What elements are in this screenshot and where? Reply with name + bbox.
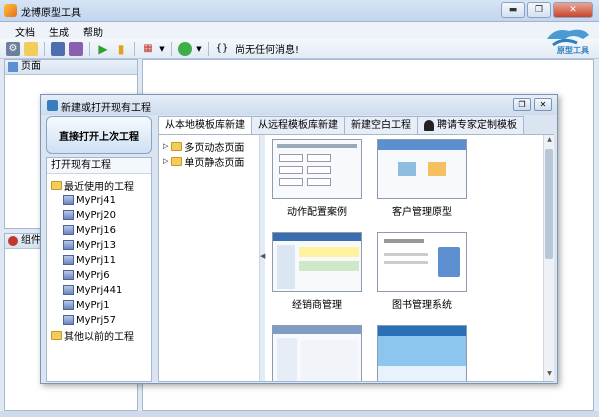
tab-local-templates[interactable]: 从本地模板库新建 [158,116,252,134]
run-icon[interactable]: ▶ [96,42,110,56]
template-gallery: 动作配置案例 客户管理原型 经销商管理 图书管理系统 [266,135,543,381]
template-caption: 经销商管理 [292,300,342,311]
logo-icon [547,29,589,47]
project-icon [63,240,74,250]
tree-project-item[interactable]: MyPrj6 [63,268,110,282]
template-thumbnail [377,325,467,381]
status-message: 尚无任何消息! [235,45,300,56]
tree-project-item[interactable]: MyPrj16 [63,223,116,237]
tree-project-item[interactable]: MyPrj1 [63,298,110,312]
scroll-thumb[interactable] [545,149,553,259]
dropdown-icon[interactable]: ▼ [196,42,202,56]
template-category-tree: ▷ 多页动态页面 ▷ 单页静态页面 [159,135,260,381]
project-icon [63,285,74,295]
template-card[interactable] [272,325,362,381]
save-icon[interactable] [51,41,65,56]
folder-icon [171,141,183,151]
menu-help[interactable]: 帮助 [76,22,110,39]
vertical-scrollbar[interactable]: ▲ ▼ [543,135,554,381]
app-icon [4,4,17,17]
window-title: 龙博原型工具 [21,8,81,19]
template-category-item[interactable]: ▷ 多页动态页面 [163,139,244,154]
toolbar: ⚙ ▶ ▮ ▦ ▼ ▼ {} 尚无任何消息! [0,39,599,59]
dialog-restore-button[interactable]: ❐ [513,98,531,111]
save-all-icon[interactable] [69,41,83,56]
open-last-project-button[interactable]: 直接打开上次工程 [46,116,152,154]
person-icon [424,120,434,131]
maximize-button[interactable]: ❐ [527,2,551,18]
page-icon [8,62,18,72]
tree-project-item[interactable]: MyPrj57 [63,313,116,327]
minimize-button[interactable]: ▬ [501,2,525,18]
tab-hire-expert[interactable]: 聘请专家定制模板 [417,116,524,134]
scroll-up-icon[interactable]: ▲ [545,136,554,146]
template-thumbnail [272,139,362,199]
template-tabs: 从本地模板库新建 从远程模板库新建 新建空白工程 聘请专家定制模板 [158,116,554,134]
menu-document[interactable]: 文档 [8,22,42,39]
components-icon[interactable]: ▦ [141,42,155,56]
braces-icon[interactable]: {} [215,42,229,56]
template-category-item[interactable]: ▷ 单页静态页面 [163,154,244,169]
project-icon [63,210,74,220]
logo-text: 原型工具 [557,46,589,55]
collapse-arrow-icon[interactable]: ◀ [260,249,265,263]
tree-project-item[interactable]: MyPrj441 [63,283,122,297]
project-icon [63,300,74,310]
template-thumbnail [377,139,467,199]
components-pane-title: 组件 [21,235,41,246]
template-caption: 动作配置案例 [287,207,347,218]
dialog-close-button[interactable]: ✕ [534,98,552,111]
folder-icon [171,156,183,166]
tab-remote-templates[interactable]: 从远程模板库新建 [251,116,345,134]
project-icon [63,270,74,280]
chart-icon[interactable]: ▮ [114,42,128,56]
title-bar: 龙博原型工具 ▬ ❐ ✕ [0,0,599,22]
template-thumbnail [272,325,362,381]
template-thumbnail [272,232,362,292]
expand-arrow-icon: ▷ [163,157,169,165]
component-icon [8,236,18,246]
project-icon [63,195,74,205]
project-icon [63,225,74,235]
template-card[interactable]: 经销商管理 [272,232,362,311]
folder-icon [51,330,62,340]
scroll-down-icon[interactable]: ▼ [545,370,554,380]
template-card[interactable]: 动作配置案例 [272,139,362,218]
menu-generate[interactable]: 生成 [42,22,76,39]
dialog-title-bar: 新建或打开现有工程 ❐ ✕ [41,95,557,115]
template-card[interactable]: 图书管理系统 [377,232,467,311]
dialog-title: 新建或打开现有工程 [61,103,151,114]
dialog-icon [47,100,58,111]
close-button[interactable]: ✕ [553,2,593,18]
project-icon [63,315,74,325]
project-icon [63,255,74,265]
menu-bar: 文档 生成 帮助 [0,22,599,39]
tree-project-item[interactable]: MyPrj20 [63,208,116,222]
template-card[interactable]: 客户管理原型 [377,139,467,218]
tree-project-item[interactable]: MyPrj13 [63,238,116,252]
status-bar [0,411,599,417]
template-panel: ▷ 多页动态页面 ▷ 单页静态页面 ◀ 动作配置案例 客户管理原型 经销商管理 … [158,134,554,382]
new-or-open-dialog: 新建或打开现有工程 ❐ ✕ 直接打开上次工程 打开现有工程 最近使用的工程 My… [40,94,558,384]
tree-project-item[interactable]: MyPrj41 [63,193,116,207]
pages-pane-title: 页面 [21,61,41,72]
tree-project-item[interactable]: MyPrj11 [63,253,116,267]
settings-icon[interactable]: ⚙ [6,41,20,56]
expand-arrow-icon: ▷ [163,142,169,150]
existing-projects-title: 打开现有工程 [47,158,151,174]
template-caption: 客户管理原型 [392,207,452,218]
template-thumbnail [377,232,467,292]
open-folder-icon[interactable] [24,41,38,56]
tree-recent-folder[interactable]: 最近使用的工程 [51,178,134,193]
folder-open-icon [51,180,62,190]
template-caption: 图书管理系统 [392,300,452,311]
tab-blank-project[interactable]: 新建空白工程 [344,116,418,134]
tree-older-folder[interactable]: 其他以前的工程 [51,328,134,343]
database-icon[interactable] [178,41,192,56]
existing-projects-panel: 打开现有工程 最近使用的工程 MyPrj41 MyPrj20 MyPrj16 M… [46,157,152,382]
template-card[interactable] [377,325,467,381]
dropdown-icon[interactable]: ▼ [159,42,165,56]
